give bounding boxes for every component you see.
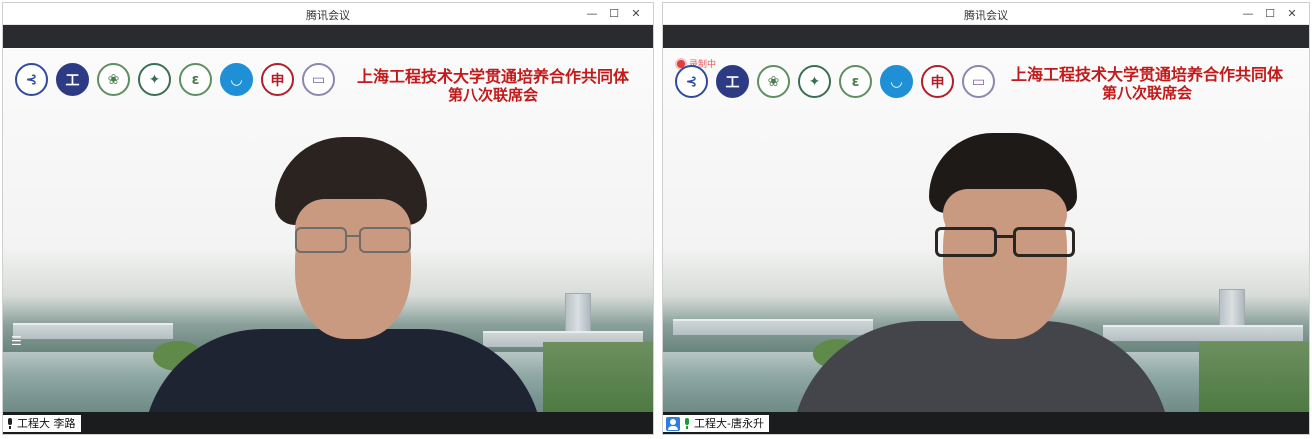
- bottom-bar: 工程大 李路: [3, 412, 653, 434]
- window-gap: [655, 2, 661, 435]
- maximize-icon[interactable]: ☐: [1259, 5, 1281, 23]
- bottom-bar: 工程大-唐永升: [663, 412, 1309, 434]
- glasses-right-lens: [1013, 227, 1075, 257]
- participant-name: 工程大 李路: [17, 417, 76, 430]
- participant-name-tag: 工程大 李路: [3, 415, 81, 432]
- window-title: 腾讯会议: [306, 9, 350, 22]
- meeting-window-left: 腾讯会议 — ☐ ✕ ⊰ 工 ❀ ✦ ɛ ◡ 申 ▭ 上海工程技术大学贯通培养合…: [2, 2, 654, 435]
- school-logos: ⊰ 工 ❀ ✦ ɛ ◡ 申 ▭: [675, 65, 995, 98]
- participant-name-tag: 工程大-唐永升: [663, 415, 769, 432]
- close-icon[interactable]: ✕: [1281, 5, 1303, 23]
- school-logo-icon: ◡: [880, 65, 913, 98]
- school-logo-icon: 申: [921, 65, 954, 98]
- title-bar[interactable]: 腾讯会议 — ☐ ✕: [663, 3, 1309, 25]
- banner-line-1: 上海工程技术大学贯通培养合作共同体: [356, 67, 629, 86]
- school-logo-icon: ɛ: [839, 65, 872, 98]
- minimize-icon[interactable]: —: [1237, 5, 1259, 23]
- video-feed: 录制中 ⊰ 工 ❀ ✦ ɛ ◡ 申 ▭ 上海工程技术大学贯通培养合作共同体 第八…: [663, 49, 1309, 412]
- meeting-toolbar: [3, 25, 653, 48]
- meeting-toolbar: [663, 25, 1309, 48]
- glasses-left-lens: [935, 227, 997, 257]
- glasses-left-lens: [295, 227, 347, 253]
- meeting-banner: 上海工程技术大学贯通培养合作共同体 第八次联席会: [343, 67, 643, 105]
- school-logo-icon: ❀: [757, 65, 790, 98]
- menu-icon[interactable]: ☰: [11, 335, 25, 347]
- school-logo-icon: ◡: [220, 63, 253, 96]
- glasses-bridge: [347, 235, 359, 237]
- video-feed: ⊰ 工 ❀ ✦ ɛ ◡ 申 ▭ 上海工程技术大学贯通培养合作共同体 第八次联席会…: [3, 49, 653, 412]
- lawn-scenery: [1199, 342, 1309, 412]
- banner-line-2: 第八次联席会: [447, 86, 538, 104]
- school-logo-icon: ⊰: [15, 63, 48, 96]
- title-bar[interactable]: 腾讯会议 — ☐ ✕: [3, 3, 653, 25]
- school-logo-icon: ▭: [302, 63, 335, 96]
- school-logo-icon: 申: [261, 63, 294, 96]
- school-logo-icon: 工: [56, 63, 89, 96]
- meeting-window-right: 腾讯会议 — ☐ ✕ 录制中 ⊰ 工 ❀ ✦ ɛ ◡ 申 ▭ 上海工程技术大学贯…: [662, 2, 1310, 435]
- school-logos: ⊰ 工 ❀ ✦ ɛ ◡ 申 ▭: [15, 63, 335, 96]
- school-logo-icon: ⊰: [675, 65, 708, 98]
- minimize-icon[interactable]: —: [581, 5, 603, 23]
- close-icon[interactable]: ✕: [625, 5, 647, 23]
- school-logo-icon: ▭: [962, 65, 995, 98]
- window-title: 腾讯会议: [964, 9, 1008, 22]
- campus-building: [673, 319, 873, 335]
- glasses-right-lens: [359, 227, 411, 253]
- school-logo-icon: ✦: [798, 65, 831, 98]
- glasses-bridge: [997, 235, 1013, 238]
- participant-name: 工程大-唐永升: [694, 417, 764, 430]
- school-logo-icon: ɛ: [179, 63, 212, 96]
- maximize-icon[interactable]: ☐: [603, 5, 625, 23]
- school-logo-icon: 工: [716, 65, 749, 98]
- campus-building: [13, 323, 173, 339]
- banner-line-2: 第八次联席会: [1101, 84, 1192, 102]
- microphone-icon: [6, 418, 14, 429]
- microphone-icon: [683, 418, 691, 429]
- campus-building: [1103, 325, 1303, 341]
- banner-line-1: 上海工程技术大学贯通培养合作共同体: [1010, 65, 1283, 84]
- participant-icon: [666, 416, 680, 431]
- school-logo-icon: ❀: [97, 63, 130, 96]
- lawn-scenery: [543, 342, 653, 412]
- meeting-banner: 上海工程技术大学贯通培养合作共同体 第八次联席会: [997, 65, 1297, 103]
- school-logo-icon: ✦: [138, 63, 171, 96]
